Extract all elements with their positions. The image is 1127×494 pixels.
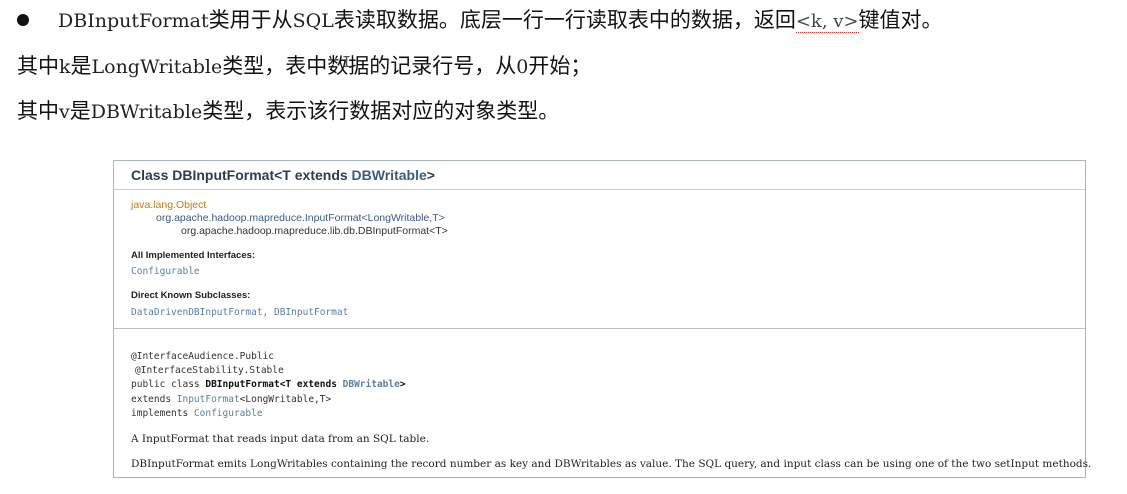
note-text: 类型，表示该行数据对应的对象类型。: [202, 99, 560, 123]
annotation-audience: @InterfaceAudience.Public: [131, 351, 274, 362]
note-line-1: DBInputFormat类用于从SQL表读取数据。底层一行一行读取表中的数据，…: [58, 6, 943, 36]
hierarchy-object-link[interactable]: java.lang.Object: [131, 199, 206, 211]
implements-configurable-link[interactable]: Configurable: [194, 408, 263, 419]
decl-keyword: public class: [131, 379, 206, 390]
implements-keyword: implements: [131, 408, 194, 419]
extends-clause: extends InputFormat<LongWritable,T>: [131, 394, 331, 405]
note-line-3: 其中v是DBWritable类型，表示该行数据对应的对象类型。: [17, 97, 559, 126]
decl-dbwritable-link[interactable]: DBWritable: [343, 379, 400, 390]
class-title: Class DBInputFormat<T extends DBWritable…: [131, 167, 435, 183]
divider: [114, 328, 1085, 329]
extends-generics: <LongWritable,T>: [239, 394, 332, 405]
term-kv: <k, v>: [795, 11, 859, 33]
subclasses-label: Direct Known Subclasses:: [131, 290, 251, 301]
hierarchy-inputformat-link[interactable]: org.apache.hadoop.mapreduce.InputFormat<…: [156, 212, 445, 224]
interfaces-link[interactable]: Configurable: [131, 266, 200, 277]
class-title-text: Class DBInputFormat<T extends: [131, 167, 352, 183]
decl-suffix: >: [399, 379, 406, 390]
term-sql: SQL: [292, 10, 334, 32]
note-line-2: 其中k是LongWritable类型，表中数据的记录行号，从0开始；: [17, 52, 591, 81]
javadoc-panel: Class DBInputFormat<T extends DBWritable…: [113, 160, 1091, 478]
text-cursor-icon: I: [342, 53, 352, 71]
class-declaration: public class DBInputFormat<T extends DBW…: [131, 379, 406, 390]
note-text: 是: [70, 54, 92, 78]
term-v: v: [59, 101, 70, 123]
subclasses-links[interactable]: DataDrivenDBInputFormat, DBInputFormat: [131, 307, 348, 318]
interfaces-label: All Implemented Interfaces:: [131, 250, 256, 261]
note-text: 其中: [17, 54, 59, 78]
decl-name: DBInputFormat<T extends: [205, 379, 343, 390]
note-text: 键值对。: [858, 8, 943, 32]
note-text: 开始；: [528, 54, 592, 78]
term-zero: 0: [516, 56, 529, 78]
class-title-suffix: >: [426, 167, 435, 183]
hierarchy-dbinputformat: org.apache.hadoop.mapreduce.lib.db.DBInp…: [181, 225, 448, 237]
annotation-stability: @InterfaceStability.Stable: [135, 365, 284, 376]
divider: [114, 189, 1085, 190]
note-text: 类型，表中数据的记录行号，从: [222, 54, 517, 78]
dbwritable-link[interactable]: DBWritable: [352, 167, 427, 183]
term-longwritable: LongWritable: [91, 56, 223, 78]
note-text: 是: [69, 99, 91, 123]
term-dbinputformat: DBInputFormat: [58, 10, 209, 32]
note-text: 其中: [17, 99, 59, 123]
term-dbwritable: DBWritable: [90, 101, 203, 123]
term-k: k: [59, 56, 71, 78]
note-text: 类用于从: [208, 8, 293, 32]
extends-inputformat-link[interactable]: InputFormat: [177, 394, 240, 405]
description-2: DBInputFormat emits LongWritables contai…: [131, 458, 1092, 470]
implements-clause: implements Configurable: [131, 408, 263, 419]
description-1: A InputFormat that reads input data from…: [131, 433, 430, 445]
bullet-dot: [17, 14, 29, 26]
extends-keyword: extends: [131, 394, 177, 405]
note-text: 表读取数据。底层一行一行读取表中的数据，返回: [333, 8, 796, 32]
